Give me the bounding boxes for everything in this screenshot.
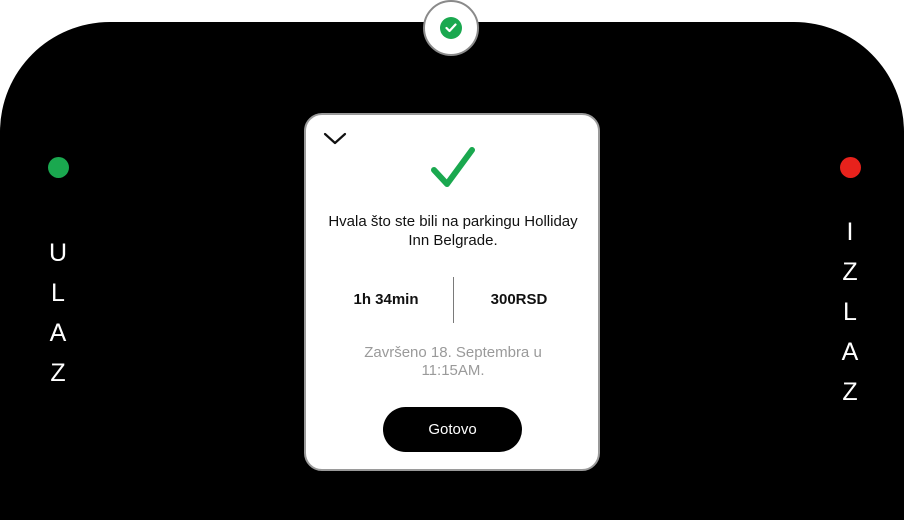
entry-light	[48, 157, 69, 178]
thank-you-message: Hvala što ste bili na parkingu Holliday …	[328, 213, 578, 249]
entry-letter: Z	[50, 359, 66, 387]
done-button[interactable]: Gotovo	[383, 407, 522, 452]
status-badge	[423, 0, 479, 56]
stats-divider	[453, 277, 454, 323]
exit-label: I Z L A Z	[835, 212, 865, 412]
parking-stats: 1h 34min 300RSD	[326, 277, 580, 323]
check-circle-icon	[440, 17, 462, 39]
exit-letter: A	[841, 338, 859, 366]
duration-value: 1h 34min	[353, 291, 419, 308]
exit-letter: L	[843, 298, 857, 326]
entry-letter: U	[48, 239, 68, 267]
exit-letter: I	[846, 218, 854, 246]
entry-letter: L	[51, 279, 65, 307]
completed-timestamp: Završeno 18. Septembra u 11:15AM.	[364, 344, 542, 379]
entry-letter: A	[49, 319, 67, 347]
price-value: 300RSD	[490, 291, 548, 308]
exit-light	[840, 157, 861, 178]
checkmark-icon	[430, 146, 476, 195]
exit-letter: Z	[842, 258, 858, 286]
parking-summary-card: Hvala što ste bili na parkingu Holliday …	[304, 113, 600, 471]
chevron-down-icon[interactable]	[322, 129, 348, 147]
exit-letter: Z	[842, 378, 858, 406]
entry-label: U L A Z	[43, 233, 73, 393]
